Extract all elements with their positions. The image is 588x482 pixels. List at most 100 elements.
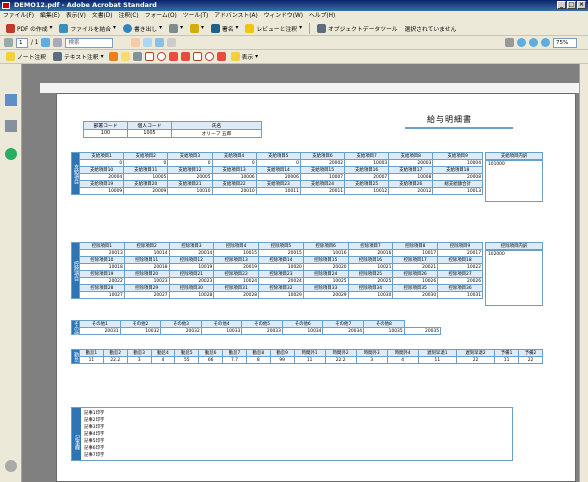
signatures-icon[interactable] xyxy=(5,120,17,132)
zoom-level-input[interactable]: 75% xyxy=(553,37,577,48)
deduct-item-value: 10018 xyxy=(79,263,125,271)
rectangle-icon[interactable] xyxy=(144,52,154,61)
circle-icon[interactable] xyxy=(204,52,214,61)
text-comment-label: テキスト注釈 xyxy=(64,55,99,61)
arrow-icon[interactable] xyxy=(168,52,178,61)
attendance-side-label: 勤怠 xyxy=(71,349,80,364)
attendance-item-value: 11 xyxy=(293,356,326,364)
print-icon[interactable] xyxy=(41,38,51,47)
pay-item-value: 10003 xyxy=(344,159,390,167)
deduct-item-label: 控除項目28 xyxy=(79,284,125,292)
deduct-item-label: 控除項目27 xyxy=(437,270,483,278)
attendance-item-value: 8 xyxy=(245,356,271,364)
pay-item-label: 支給項目8 xyxy=(388,152,434,160)
combine-files-button[interactable]: ファイルを結合 ▾ xyxy=(57,22,118,34)
deduct-item-value: 20020 xyxy=(302,263,349,271)
deduct-item-label: 控除項目3 xyxy=(168,242,215,250)
minimize-button[interactable]: _ xyxy=(557,1,566,9)
vertical-scrollbar[interactable] xyxy=(579,64,588,482)
line-icon[interactable] xyxy=(180,52,190,61)
menu-forms[interactable]: フォーム(O) xyxy=(145,11,177,21)
deduct-item-value: 20019 xyxy=(213,263,260,271)
other-item-value: 10034 xyxy=(281,327,324,335)
pay-item-label: 支給項目2 xyxy=(123,152,169,160)
text-comment-button[interactable]: テキスト注釈 ▾ xyxy=(51,51,106,63)
page-edge xyxy=(40,83,579,93)
menu-tools[interactable]: ツール(T) xyxy=(183,11,208,21)
ellipse-icon[interactable] xyxy=(156,52,166,61)
navigation-pane xyxy=(0,64,22,482)
create-pdf-button[interactable]: PDF の作成 ▾ xyxy=(4,22,54,34)
close-button[interactable]: × xyxy=(577,1,586,9)
sign-label: 署名 xyxy=(221,26,234,33)
other-table: その他 その他1 その他2 その他3 その他4 その他5 その他6 その他7 その他8 20031… xyxy=(71,320,442,336)
menu-advanced[interactable]: アドバンスト(A) xyxy=(214,11,257,21)
object-data-icon xyxy=(316,23,326,33)
deduct-item-value: 20017 xyxy=(437,249,483,257)
callout-icon[interactable] xyxy=(132,52,142,61)
email-icon[interactable] xyxy=(53,38,63,47)
highlight-icon[interactable] xyxy=(120,52,130,61)
secure-button[interactable]: ▾ xyxy=(167,22,185,34)
maximize-button[interactable]: □ xyxy=(567,1,576,9)
dept-code-value: 100 xyxy=(83,129,128,138)
attendance-item-value: 22 xyxy=(518,356,543,364)
square-icon[interactable] xyxy=(192,52,202,61)
save-icon[interactable] xyxy=(143,38,153,47)
deduct-item-value: 10029 xyxy=(258,291,304,299)
menu-comments[interactable]: 注釈(C) xyxy=(119,11,139,21)
previous-page-icon[interactable] xyxy=(4,38,13,47)
menu-window[interactable]: ウィンドウ(W) xyxy=(264,11,303,21)
attendance-item-value: 4 xyxy=(386,356,419,364)
stamp-icon[interactable] xyxy=(108,52,118,61)
deduct-item-value: 20016 xyxy=(347,249,394,257)
pay-item-value: 20004 xyxy=(78,173,125,181)
other-item-label: その他8 xyxy=(363,320,405,328)
attendance-item-value: 55 xyxy=(174,356,200,364)
sign-button[interactable]: 署名 ▾ xyxy=(209,22,241,34)
pencil-icon[interactable] xyxy=(216,52,226,61)
window-icon[interactable] xyxy=(167,38,177,47)
deduct-item-value: 20022 xyxy=(79,277,125,285)
note-comment-button[interactable]: ノート注釈 xyxy=(4,51,48,63)
show-label: 表示 xyxy=(241,55,254,61)
object-data-tool-button[interactable]: オブジェクトデータツール xyxy=(315,22,400,34)
hand-tool-icon[interactable] xyxy=(155,38,165,47)
pay-item-value: 10004 xyxy=(432,159,483,167)
pay-item-label: 支給項目6 xyxy=(299,152,346,160)
menu-view[interactable]: 表示(V) xyxy=(66,11,86,21)
pay-item-value: 10008 xyxy=(388,173,434,181)
page-number-input[interactable]: 1 xyxy=(16,37,28,48)
menu-file[interactable]: ファイル(F) xyxy=(3,11,34,21)
deduct-item-value: 20030 xyxy=(392,291,439,299)
deduct-item-value: 10017 xyxy=(392,249,439,257)
review-button[interactable]: レビューと注釈 ▾ xyxy=(243,22,304,34)
menu-document[interactable]: 文書(D) xyxy=(92,11,113,21)
attendance-item-value: 3 xyxy=(355,356,388,364)
selection-status-label: 選択されていません xyxy=(404,26,457,33)
pay-item-value: 0 xyxy=(78,159,125,167)
attendance-item-label: 予備1 xyxy=(494,349,519,357)
zoom-tool-icon[interactable] xyxy=(517,38,526,47)
layers-icon[interactable] xyxy=(5,148,17,160)
export-button[interactable]: 書き出し ▾ xyxy=(121,22,164,34)
zoom-out-icon[interactable] xyxy=(529,38,538,47)
title-underline xyxy=(405,127,513,129)
find-input[interactable]: 検索 xyxy=(65,37,114,48)
show-button[interactable]: 表示 ▾ xyxy=(229,51,261,63)
open-folder-icon[interactable] xyxy=(131,38,141,47)
personal-code-value: 1005 xyxy=(127,129,172,138)
pay-item-value: 10013 xyxy=(432,187,483,195)
select-tool-icon[interactable] xyxy=(505,38,514,47)
deduct-item-label: 控除項目33 xyxy=(302,284,349,292)
attachment-icon[interactable] xyxy=(5,460,17,472)
deduct-item-label: 控除項目9 xyxy=(437,242,483,250)
pages-icon[interactable] xyxy=(5,94,17,106)
zoom-in-icon[interactable] xyxy=(541,38,550,47)
object-data-label: オブジェクトデータツール xyxy=(327,26,398,33)
pay-item-value: 0 xyxy=(211,159,257,167)
menu-help[interactable]: ヘルプ(H) xyxy=(309,11,335,21)
menu-edit[interactable]: 編集(E) xyxy=(40,11,60,21)
attendance-item-value: 3 xyxy=(126,356,152,364)
security-button[interactable]: ▾ xyxy=(188,22,206,34)
